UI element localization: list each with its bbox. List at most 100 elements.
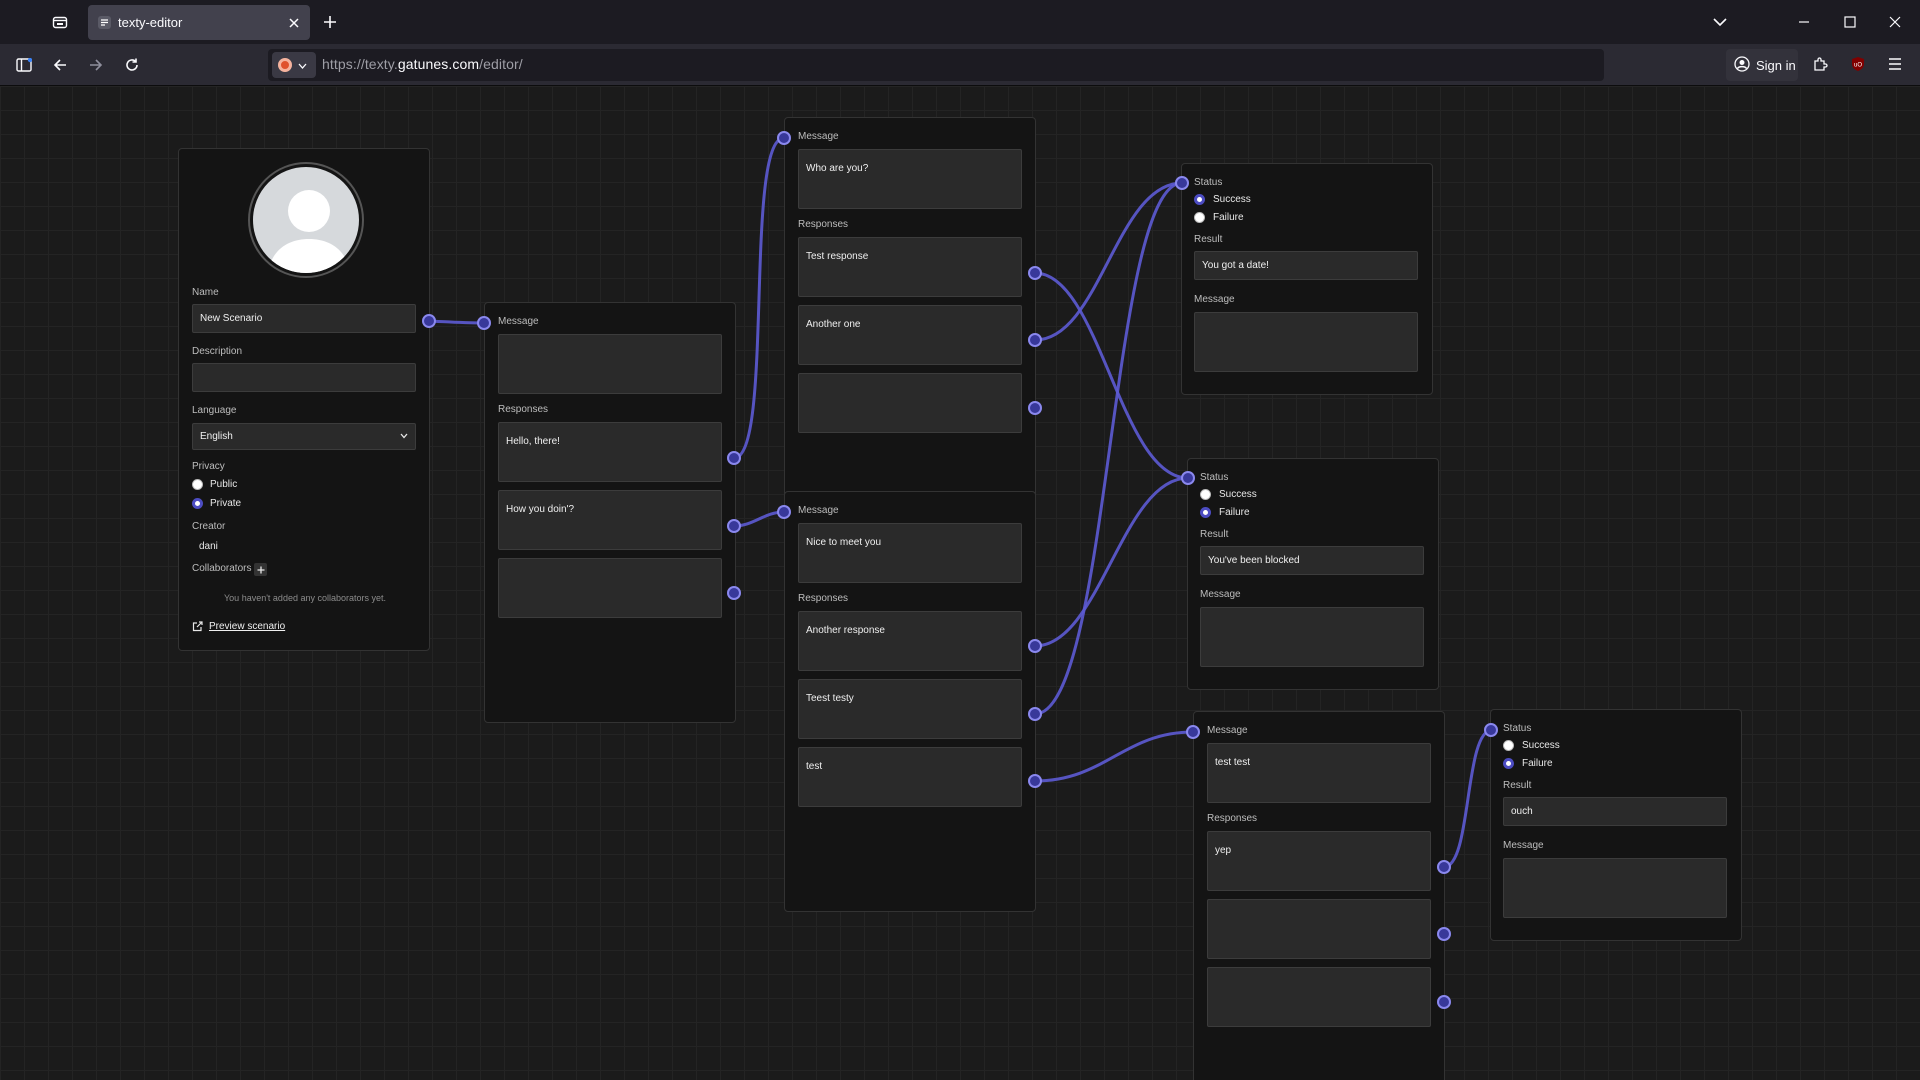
response-output-port[interactable] <box>727 519 741 533</box>
wire-another-one-to-success <box>1034 181 1183 342</box>
scenario-output-port[interactable] <box>422 314 436 328</box>
status-message-box[interactable] <box>1200 607 1424 667</box>
status-failure-radio[interactable] <box>1503 758 1514 769</box>
privacy-public-radio[interactable] <box>192 479 203 490</box>
status-node[interactable]: Status Success Failure Result ouch Messa… <box>1490 709 1742 941</box>
response-box[interactable]: yep <box>1207 831 1431 891</box>
scenario-node[interactable]: Name New Scenario Description Language E… <box>178 148 430 651</box>
result-input[interactable]: ouch <box>1503 797 1727 826</box>
status-success-radio[interactable] <box>1200 489 1211 500</box>
extensions-puzzle-icon[interactable] <box>1810 54 1830 74</box>
status-node[interactable]: Status Success Failure Result You've bee… <box>1187 458 1439 690</box>
message-input-port[interactable] <box>777 505 791 519</box>
minimize-window-icon[interactable] <box>1794 12 1814 32</box>
reload-icon[interactable] <box>122 55 142 75</box>
status-input-port[interactable] <box>1181 471 1195 485</box>
url-text[interactable]: https://texty.gatunes.com/editor/ <box>322 56 523 72</box>
status-message-box[interactable] <box>1194 312 1418 372</box>
message-input-port[interactable] <box>777 131 791 145</box>
response-box[interactable]: Teest testy <box>798 679 1022 739</box>
message-label: Message <box>1200 589 1241 600</box>
url-bar[interactable]: https://texty.gatunes.com/editor/ <box>268 49 1604 81</box>
responses-label: Responses <box>798 593 849 604</box>
new-tab-icon[interactable] <box>320 12 340 32</box>
message-node[interactable]: Message Responses Hello, there! How you … <box>484 302 736 723</box>
status-failure-radio[interactable] <box>1194 212 1205 223</box>
preview-scenario-link[interactable]: Preview scenario <box>192 621 285 632</box>
name-label: Name <box>192 287 219 298</box>
status-message-box[interactable] <box>1503 858 1727 918</box>
list-tabs-chevron-down-icon[interactable] <box>1710 12 1730 32</box>
message-node[interactable]: Message Nice to meet you Responses Anoth… <box>784 491 1036 912</box>
wire-yep-to-failure <box>1443 728 1493 869</box>
external-link-icon <box>192 621 203 632</box>
response-box[interactable] <box>798 373 1022 433</box>
response-box[interactable]: Hello, there! <box>498 422 722 482</box>
user-silhouette-icon <box>267 190 351 273</box>
message-node[interactable]: Message test test Responses yep <box>1193 711 1445 1080</box>
message-text[interactable]: Who are you? <box>798 149 1022 209</box>
ublock-origin-icon[interactable]: uO <box>1848 54 1868 74</box>
response-box[interactable]: test <box>798 747 1022 807</box>
message-label: Message <box>798 131 839 142</box>
message-input-port[interactable] <box>477 316 491 330</box>
tab-bar: texty-editor <box>0 0 1920 44</box>
response-output-port[interactable] <box>1028 333 1042 347</box>
status-success-radio[interactable] <box>1194 194 1205 205</box>
sign-in-label: Sign in <box>1756 57 1796 73</box>
message-text[interactable] <box>498 334 722 394</box>
response-output-port[interactable] <box>1437 860 1451 874</box>
url-path: /editor/ <box>479 56 523 72</box>
sidebar-toggle-icon[interactable] <box>14 55 34 75</box>
editor-canvas[interactable]: Name New Scenario Description Language E… <box>0 86 1920 1080</box>
sign-in-button[interactable]: Sign in <box>1726 49 1798 81</box>
back-arrow-icon[interactable] <box>50 55 70 75</box>
response-output-port[interactable] <box>727 586 741 600</box>
privacy-label: Privacy <box>192 461 225 472</box>
response-output-port[interactable] <box>1028 707 1042 721</box>
close-window-icon[interactable] <box>1885 12 1905 32</box>
response-box[interactable] <box>1207 899 1431 959</box>
status-success-label: Success <box>1219 489 1257 500</box>
site-permissions-button[interactable] <box>272 52 316 78</box>
response-box[interactable]: Another response <box>798 611 1022 671</box>
response-box[interactable]: Another one <box>798 305 1022 365</box>
result-input[interactable]: You got a date! <box>1194 251 1418 280</box>
response-output-port[interactable] <box>1028 774 1042 788</box>
language-select[interactable]: English <box>192 423 416 450</box>
status-failure-label: Failure <box>1213 212 1244 223</box>
avatar[interactable] <box>248 162 364 278</box>
status-input-port[interactable] <box>1484 723 1498 737</box>
response-output-port[interactable] <box>1028 401 1042 415</box>
status-success-radio[interactable] <box>1503 740 1514 751</box>
message-text[interactable]: test test <box>1207 743 1431 803</box>
name-input[interactable]: New Scenario <box>192 304 416 333</box>
forward-arrow-icon[interactable] <box>86 55 106 75</box>
response-output-port[interactable] <box>727 451 741 465</box>
message-input-port[interactable] <box>1186 725 1200 739</box>
firefox-view-icon[interactable] <box>50 12 70 32</box>
response-box[interactable] <box>1207 967 1431 1027</box>
add-collaborator-button[interactable] <box>254 563 267 576</box>
response-box[interactable]: Test response <box>798 237 1022 297</box>
response-output-port[interactable] <box>1028 639 1042 653</box>
responses-label: Responses <box>1207 813 1258 824</box>
response-box[interactable]: How you doin'? <box>498 490 722 550</box>
privacy-private-radio[interactable] <box>192 498 203 509</box>
close-tab-icon[interactable] <box>284 13 304 33</box>
description-input[interactable] <box>192 363 416 392</box>
response-output-port[interactable] <box>1437 927 1451 941</box>
response-output-port[interactable] <box>1437 995 1451 1009</box>
maximize-window-icon[interactable] <box>1840 12 1860 32</box>
account-icon <box>1734 55 1750 75</box>
message-text[interactable]: Nice to meet you <box>798 523 1022 583</box>
status-node[interactable]: Status Success Failure Result You got a … <box>1181 163 1433 395</box>
browser-tab[interactable]: texty-editor <box>88 5 310 40</box>
result-input[interactable]: You've been blocked <box>1200 546 1424 575</box>
status-failure-radio[interactable] <box>1200 507 1211 518</box>
response-box[interactable] <box>498 558 722 618</box>
app-menu-hamburger-icon[interactable] <box>1885 54 1905 74</box>
message-node[interactable]: Message Who are you? Responses Test resp… <box>784 117 1036 538</box>
status-input-port[interactable] <box>1175 176 1189 190</box>
response-output-port[interactable] <box>1028 266 1042 280</box>
